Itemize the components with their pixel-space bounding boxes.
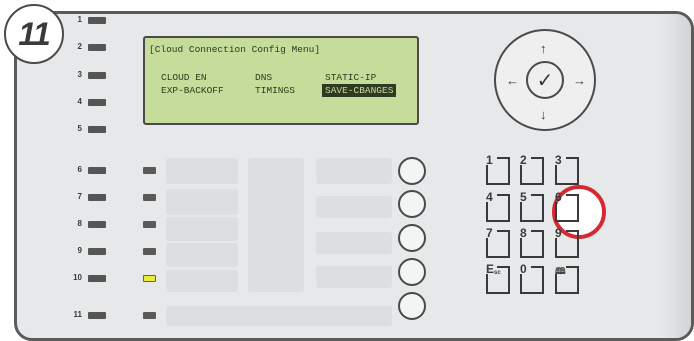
row-led bbox=[88, 312, 106, 319]
arrow-right-button[interactable]: → bbox=[573, 74, 586, 87]
row-number: 3 bbox=[77, 70, 82, 79]
book-icon: 🕮 bbox=[555, 266, 566, 276]
ok-button[interactable]: ✓ bbox=[526, 61, 564, 99]
soft-button-1[interactable] bbox=[398, 157, 426, 185]
check-icon: ✓ bbox=[536, 69, 554, 92]
row-number: 9 bbox=[77, 246, 82, 255]
arrow-up-button[interactable]: ↑ bbox=[540, 42, 547, 55]
key-9[interactable]: 9 bbox=[553, 226, 583, 260]
row-led bbox=[88, 248, 106, 255]
label-box bbox=[316, 266, 392, 288]
row-led bbox=[88, 44, 106, 51]
row-led bbox=[88, 275, 106, 282]
soft-button-2[interactable] bbox=[398, 190, 426, 218]
key-book[interactable]: 🕮 bbox=[553, 264, 583, 296]
row-number: 4 bbox=[77, 97, 82, 106]
navigation-ring: ↑ ↓ ← → ✓ bbox=[494, 29, 596, 131]
status-led bbox=[143, 221, 156, 228]
row-led bbox=[88, 99, 106, 106]
label-box bbox=[316, 232, 392, 254]
key-0[interactable]: 0 bbox=[518, 262, 548, 296]
label-box bbox=[248, 158, 304, 292]
key-6[interactable]: 6 bbox=[553, 190, 583, 224]
row-number: 10 bbox=[73, 273, 82, 282]
step-number-badge: 11 bbox=[4, 4, 64, 64]
row-number: 5 bbox=[77, 124, 82, 133]
key-esc[interactable]: Esc bbox=[484, 262, 514, 296]
soft-button-4[interactable] bbox=[398, 258, 426, 286]
label-box bbox=[166, 243, 238, 267]
lcd-display: [Cloud Connection Config Menu] CLOUD EN … bbox=[143, 36, 419, 125]
row-led bbox=[88, 17, 106, 24]
row-number: 8 bbox=[77, 219, 82, 228]
row-led bbox=[88, 126, 106, 133]
row-number: 2 bbox=[77, 42, 82, 51]
label-box bbox=[166, 270, 238, 292]
row-led bbox=[88, 72, 106, 79]
key-label: 8 bbox=[520, 226, 527, 240]
row-number: 11 bbox=[73, 310, 82, 319]
key-8[interactable]: 8 bbox=[518, 226, 548, 260]
key-label: 6 bbox=[555, 190, 562, 204]
key-label: 4 bbox=[486, 190, 493, 204]
key-label: 9 bbox=[555, 226, 562, 240]
key-4[interactable]: 4 bbox=[484, 190, 514, 224]
row-number: 1 bbox=[77, 15, 82, 24]
panel-shade bbox=[661, 14, 691, 338]
soft-button-3[interactable] bbox=[398, 224, 426, 252]
key-label: 3 bbox=[555, 153, 562, 167]
label-box bbox=[316, 158, 392, 184]
row-number: 7 bbox=[77, 192, 82, 201]
label-box bbox=[166, 306, 392, 326]
status-led-yellow bbox=[143, 275, 156, 282]
lcd-title: [Cloud Connection Config Menu] bbox=[149, 44, 321, 55]
lcd-option-dns[interactable]: DNS bbox=[255, 72, 272, 83]
esc-subscript: sc bbox=[494, 270, 501, 276]
key-label: E bbox=[486, 262, 495, 276]
key-1[interactable]: 1 bbox=[484, 153, 514, 187]
key-label: 1 bbox=[486, 153, 493, 167]
status-led bbox=[143, 167, 156, 174]
soft-button-5[interactable] bbox=[398, 292, 426, 320]
arrow-down-button[interactable]: ↓ bbox=[540, 108, 547, 121]
key-2[interactable]: 2 bbox=[518, 153, 548, 187]
key-label: 7 bbox=[486, 226, 493, 240]
row-number: 6 bbox=[77, 165, 82, 174]
lcd-option-save-changes[interactable]: SAVE-CBANGES bbox=[321, 84, 397, 97]
lcd-option-timings[interactable]: TIMINGS bbox=[255, 85, 295, 96]
label-box bbox=[316, 196, 392, 218]
status-led bbox=[143, 312, 156, 319]
status-led bbox=[143, 248, 156, 255]
key-label: 5 bbox=[520, 190, 527, 204]
arrow-left-button[interactable]: ← bbox=[506, 74, 519, 87]
label-box bbox=[166, 189, 238, 215]
lcd-option-static-ip[interactable]: STATIC-IP bbox=[325, 72, 376, 83]
status-led bbox=[143, 194, 156, 201]
row-led bbox=[88, 167, 106, 174]
row-led bbox=[88, 194, 106, 201]
key-label: 0 bbox=[520, 262, 527, 276]
key-5[interactable]: 5 bbox=[518, 190, 548, 224]
lcd-option-exp-backoff[interactable]: EXP-BACKOFF bbox=[161, 85, 224, 96]
key-7[interactable]: 7 bbox=[484, 226, 514, 260]
label-box bbox=[166, 217, 238, 241]
label-box bbox=[166, 158, 238, 184]
key-label: 2 bbox=[520, 153, 527, 167]
row-led bbox=[88, 221, 106, 228]
key-3[interactable]: 3 bbox=[553, 153, 583, 187]
lcd-option-cloud-en[interactable]: CLOUD EN bbox=[161, 72, 207, 83]
